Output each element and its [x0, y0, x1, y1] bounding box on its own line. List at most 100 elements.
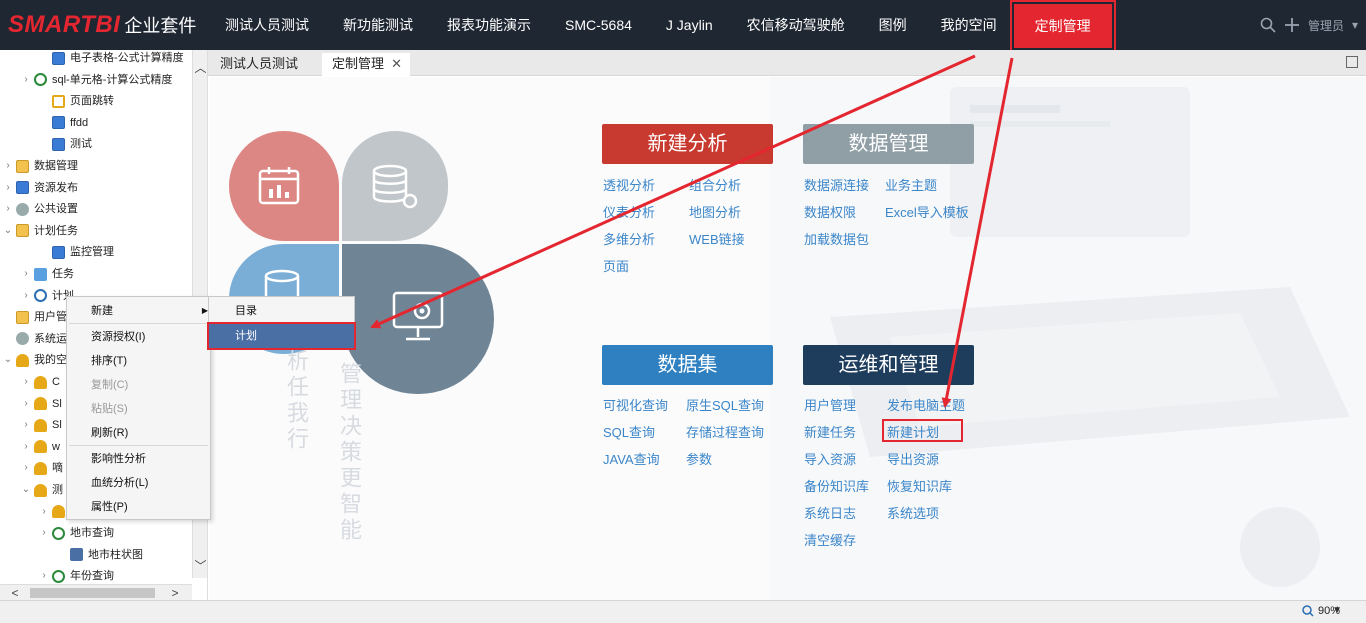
nav-item-custom-management[interactable]: 定制管理	[1009, 0, 1116, 52]
nav-item-report-demo[interactable]: 报表功能演示	[430, 0, 548, 50]
new-analysis-header[interactable]: 新建分析	[602, 124, 773, 164]
scroll-thumb[interactable]	[30, 588, 155, 598]
chevron-down-icon[interactable]: ▼	[1332, 605, 1342, 616]
link-page[interactable]: 页面	[603, 256, 629, 275]
link-datasource-connection[interactable]: 数据源连接	[804, 175, 869, 194]
menu-item-refresh[interactable]: 刷新(R)	[67, 421, 210, 445]
link-system-log[interactable]: 系统日志	[804, 503, 856, 522]
tree-item[interactable]: ⌄ 测	[21, 479, 63, 501]
chevron-right-icon[interactable]: ›	[3, 155, 13, 177]
link-web-link[interactable]: WEB链接	[689, 229, 745, 248]
link-system-options[interactable]: 系统选项	[887, 503, 939, 522]
scroll-up-icon[interactable]: ︿	[193, 60, 207, 76]
chevron-down-icon[interactable]: ▾	[1352, 18, 1358, 32]
link-olap-analysis[interactable]: 多维分析	[603, 229, 655, 248]
link-native-sql-query[interactable]: 原生SQL查询	[686, 395, 764, 414]
tree-item[interactable]: › 资源发布	[3, 177, 78, 199]
link-export-resource[interactable]: 导出资源	[887, 449, 939, 468]
tree-item[interactable]: ⌄ 我的空	[3, 349, 67, 371]
link-load-data-package[interactable]: 加载数据包	[804, 229, 869, 248]
chevron-right-icon[interactable]: ›	[21, 263, 31, 285]
nav-item-smc[interactable]: SMC-5684	[548, 0, 649, 50]
link-java-query[interactable]: JAVA查询	[603, 449, 660, 468]
dataset-header[interactable]: 数据集	[602, 345, 773, 385]
chevron-down-icon[interactable]: ⌄	[21, 479, 31, 501]
tab-tester-test[interactable]: 测试人员测试	[210, 53, 308, 76]
close-icon[interactable]: ✕	[391, 53, 402, 75]
tree-item[interactable]: › Sl	[21, 393, 62, 415]
submenu-item-schedule[interactable]: 计划	[207, 322, 356, 350]
scroll-right-icon[interactable]: >	[168, 585, 182, 600]
nav-item-tester-test[interactable]: 测试人员测试	[208, 0, 326, 50]
ops-management-header[interactable]: 运维和管理	[803, 345, 974, 385]
nav-item-legend[interactable]: 图例	[862, 0, 924, 50]
tree-item[interactable]: ⌄ 计划任务	[3, 220, 78, 242]
link-backup-repository[interactable]: 备份知识库	[804, 476, 869, 495]
link-visual-query[interactable]: 可视化查询	[603, 395, 668, 414]
tree-item[interactable]: ffdd	[39, 112, 88, 134]
menu-item-copy[interactable]: 复制(C)	[67, 373, 210, 397]
scroll-down-icon[interactable]: ﹀	[193, 558, 207, 574]
link-user-management[interactable]: 用户管理	[804, 395, 856, 414]
plus-icon[interactable]	[1284, 17, 1300, 33]
scroll-left-icon[interactable]: <	[8, 585, 22, 600]
tree-item[interactable]: › sql-单元格-计算公式精度	[21, 69, 172, 91]
link-combined-analysis[interactable]: 组合分析	[689, 175, 741, 194]
link-publish-pc-theme[interactable]: 发布电脑主题	[887, 395, 965, 414]
link-parameter[interactable]: 参数	[686, 449, 712, 468]
link-excel-import-template[interactable]: Excel导入模板	[885, 202, 969, 221]
link-sql-query[interactable]: SQL查询	[603, 422, 655, 441]
tree-item[interactable]: 系统运	[3, 328, 67, 350]
chevron-right-icon[interactable]: ›	[21, 414, 31, 436]
tree-item[interactable]: 监控管理	[39, 241, 114, 263]
chevron-right-icon[interactable]: ›	[3, 177, 13, 199]
nav-item-jaylin[interactable]: J Jaylin	[649, 0, 730, 50]
menu-item-sort[interactable]: 排序(T)	[67, 349, 210, 373]
chevron-down-icon[interactable]: ⌄	[3, 220, 13, 242]
tree-item[interactable]: › 数据管理	[3, 155, 78, 177]
chevron-right-icon[interactable]: ›	[21, 285, 31, 307]
chevron-right-icon[interactable]: ›	[39, 522, 49, 544]
chevron-right-icon[interactable]: ›	[21, 436, 31, 458]
link-stored-procedure-query[interactable]: 存储过程查询	[686, 422, 764, 441]
tree-item[interactable]: › 地市查询	[39, 522, 114, 544]
link-dashboard-analysis[interactable]: 仪表分析	[603, 202, 655, 221]
tab-custom-management[interactable]: 定制管理 ✕	[322, 53, 411, 76]
search-icon[interactable]	[1260, 17, 1276, 33]
tree-item[interactable]: 电子表格-公式计算精度	[39, 50, 184, 69]
menu-item-resource-auth[interactable]: 资源授权(I)	[67, 325, 210, 349]
tree-horizontal-scrollbar[interactable]: < >	[0, 584, 192, 600]
chevron-down-icon[interactable]: ⌄	[3, 349, 13, 371]
nav-item-new-feature-test[interactable]: 新功能测试	[326, 0, 430, 50]
maximize-icon[interactable]	[1346, 56, 1358, 68]
nav-item-cockpit[interactable]: 农信移动驾驶舱	[730, 0, 862, 50]
chevron-right-icon[interactable]: ›	[21, 69, 31, 91]
chevron-right-icon[interactable]: ›	[21, 457, 31, 479]
link-clear-cache[interactable]: 清空缓存	[804, 530, 856, 549]
tree-item[interactable]: › Sl	[21, 414, 62, 436]
menu-item-new[interactable]: 新建 ▶	[67, 299, 210, 323]
tree-item[interactable]: 测试	[39, 133, 92, 155]
submenu-item-directory[interactable]: 目录	[209, 299, 354, 323]
link-map-analysis[interactable]: 地图分析	[689, 202, 741, 221]
chevron-right-icon[interactable]: ›	[39, 501, 49, 523]
link-pivot-analysis[interactable]: 透视分析	[603, 175, 655, 194]
link-restore-repository[interactable]: 恢复知识库	[887, 476, 952, 495]
chevron-right-icon[interactable]: ›	[21, 371, 31, 393]
menu-item-properties[interactable]: 属性(P)	[67, 495, 210, 519]
tree-item[interactable]: 页面跳转	[39, 90, 114, 112]
tree-item[interactable]: › C	[21, 371, 60, 393]
chevron-right-icon[interactable]: ›	[3, 198, 13, 220]
tree-item[interactable]: › 任务	[21, 263, 74, 285]
nav-item-my-space[interactable]: 我的空间	[924, 0, 1014, 50]
link-business-theme[interactable]: 业务主题	[885, 175, 937, 194]
chevron-right-icon[interactable]: ›	[21, 393, 31, 415]
tree-item[interactable]: 地市柱状图	[57, 544, 143, 566]
link-new-task[interactable]: 新建任务	[804, 422, 856, 441]
tree-item[interactable]: › 公共设置	[3, 198, 78, 220]
data-management-header[interactable]: 数据管理	[803, 124, 974, 164]
menu-item-paste[interactable]: 粘贴(S)	[67, 397, 210, 421]
tree-item[interactable]: › 嘀	[21, 457, 63, 479]
menu-item-impact-analysis[interactable]: 影响性分析	[67, 447, 210, 471]
link-data-permission[interactable]: 数据权限	[804, 202, 856, 221]
